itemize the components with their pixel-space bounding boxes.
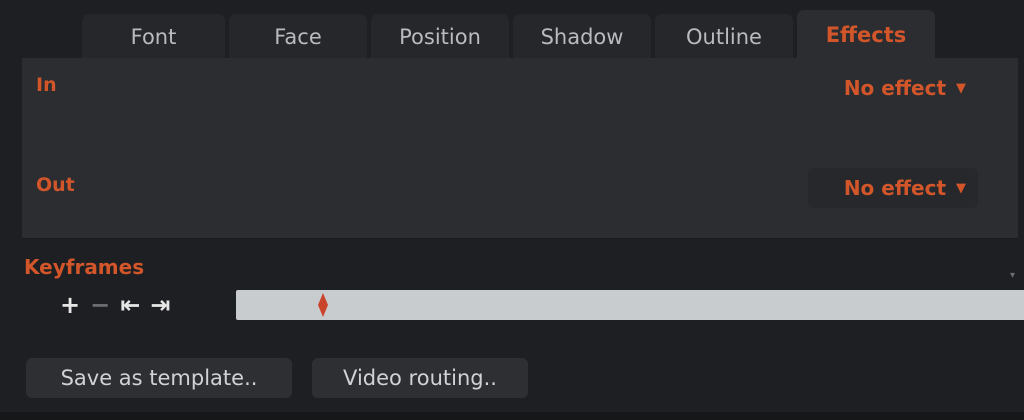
bottom-divider	[0, 412, 1024, 420]
keyframes-title: Keyframes	[24, 255, 145, 279]
video-routing-button[interactable]: Video routing..	[312, 358, 528, 398]
in-effect-label: In	[36, 74, 57, 96]
tab-position[interactable]: Position	[371, 14, 509, 60]
out-effect-value: No effect	[843, 176, 946, 200]
next-keyframe-icon[interactable]: ⇥	[150, 288, 170, 322]
tab-outline[interactable]: Outline	[655, 14, 793, 60]
out-effect-dropdown[interactable]: No effect ▼	[808, 168, 978, 208]
in-effect-value: No effect	[843, 76, 946, 100]
keyframe-timeline[interactable]	[236, 290, 1024, 320]
remove-keyframe-icon[interactable]: −	[90, 288, 110, 322]
add-keyframe-icon[interactable]: +	[60, 288, 80, 322]
tab-shadow[interactable]: Shadow	[513, 14, 651, 60]
out-effect-label: Out	[36, 174, 75, 196]
in-effect-dropdown[interactable]: No effect ▼	[808, 68, 978, 108]
effects-panel: In No effect ▼ Out No effect ▼ ▾	[22, 58, 1018, 281]
previous-keyframe-icon[interactable]: ⇤	[120, 288, 140, 322]
tab-effects[interactable]: Effects	[797, 10, 935, 60]
keyframe-controls: + − ⇤ ⇥	[60, 288, 170, 322]
chevron-down-icon: ▼	[956, 80, 966, 96]
subtitle-style-editor: Font Face Position Shadow Outline Effect…	[0, 0, 1024, 420]
tab-face[interactable]: Face	[229, 14, 367, 60]
keyframe-marker-icon[interactable]	[318, 293, 328, 317]
tab-font[interactable]: Font	[82, 14, 225, 60]
style-tabs: Font Face Position Shadow Outline Effect…	[82, 10, 935, 60]
chevron-down-icon: ▼	[956, 180, 966, 196]
save-as-template-button[interactable]: Save as template..	[26, 358, 292, 398]
scroll-down-icon[interactable]: ▾	[1010, 270, 1018, 284]
